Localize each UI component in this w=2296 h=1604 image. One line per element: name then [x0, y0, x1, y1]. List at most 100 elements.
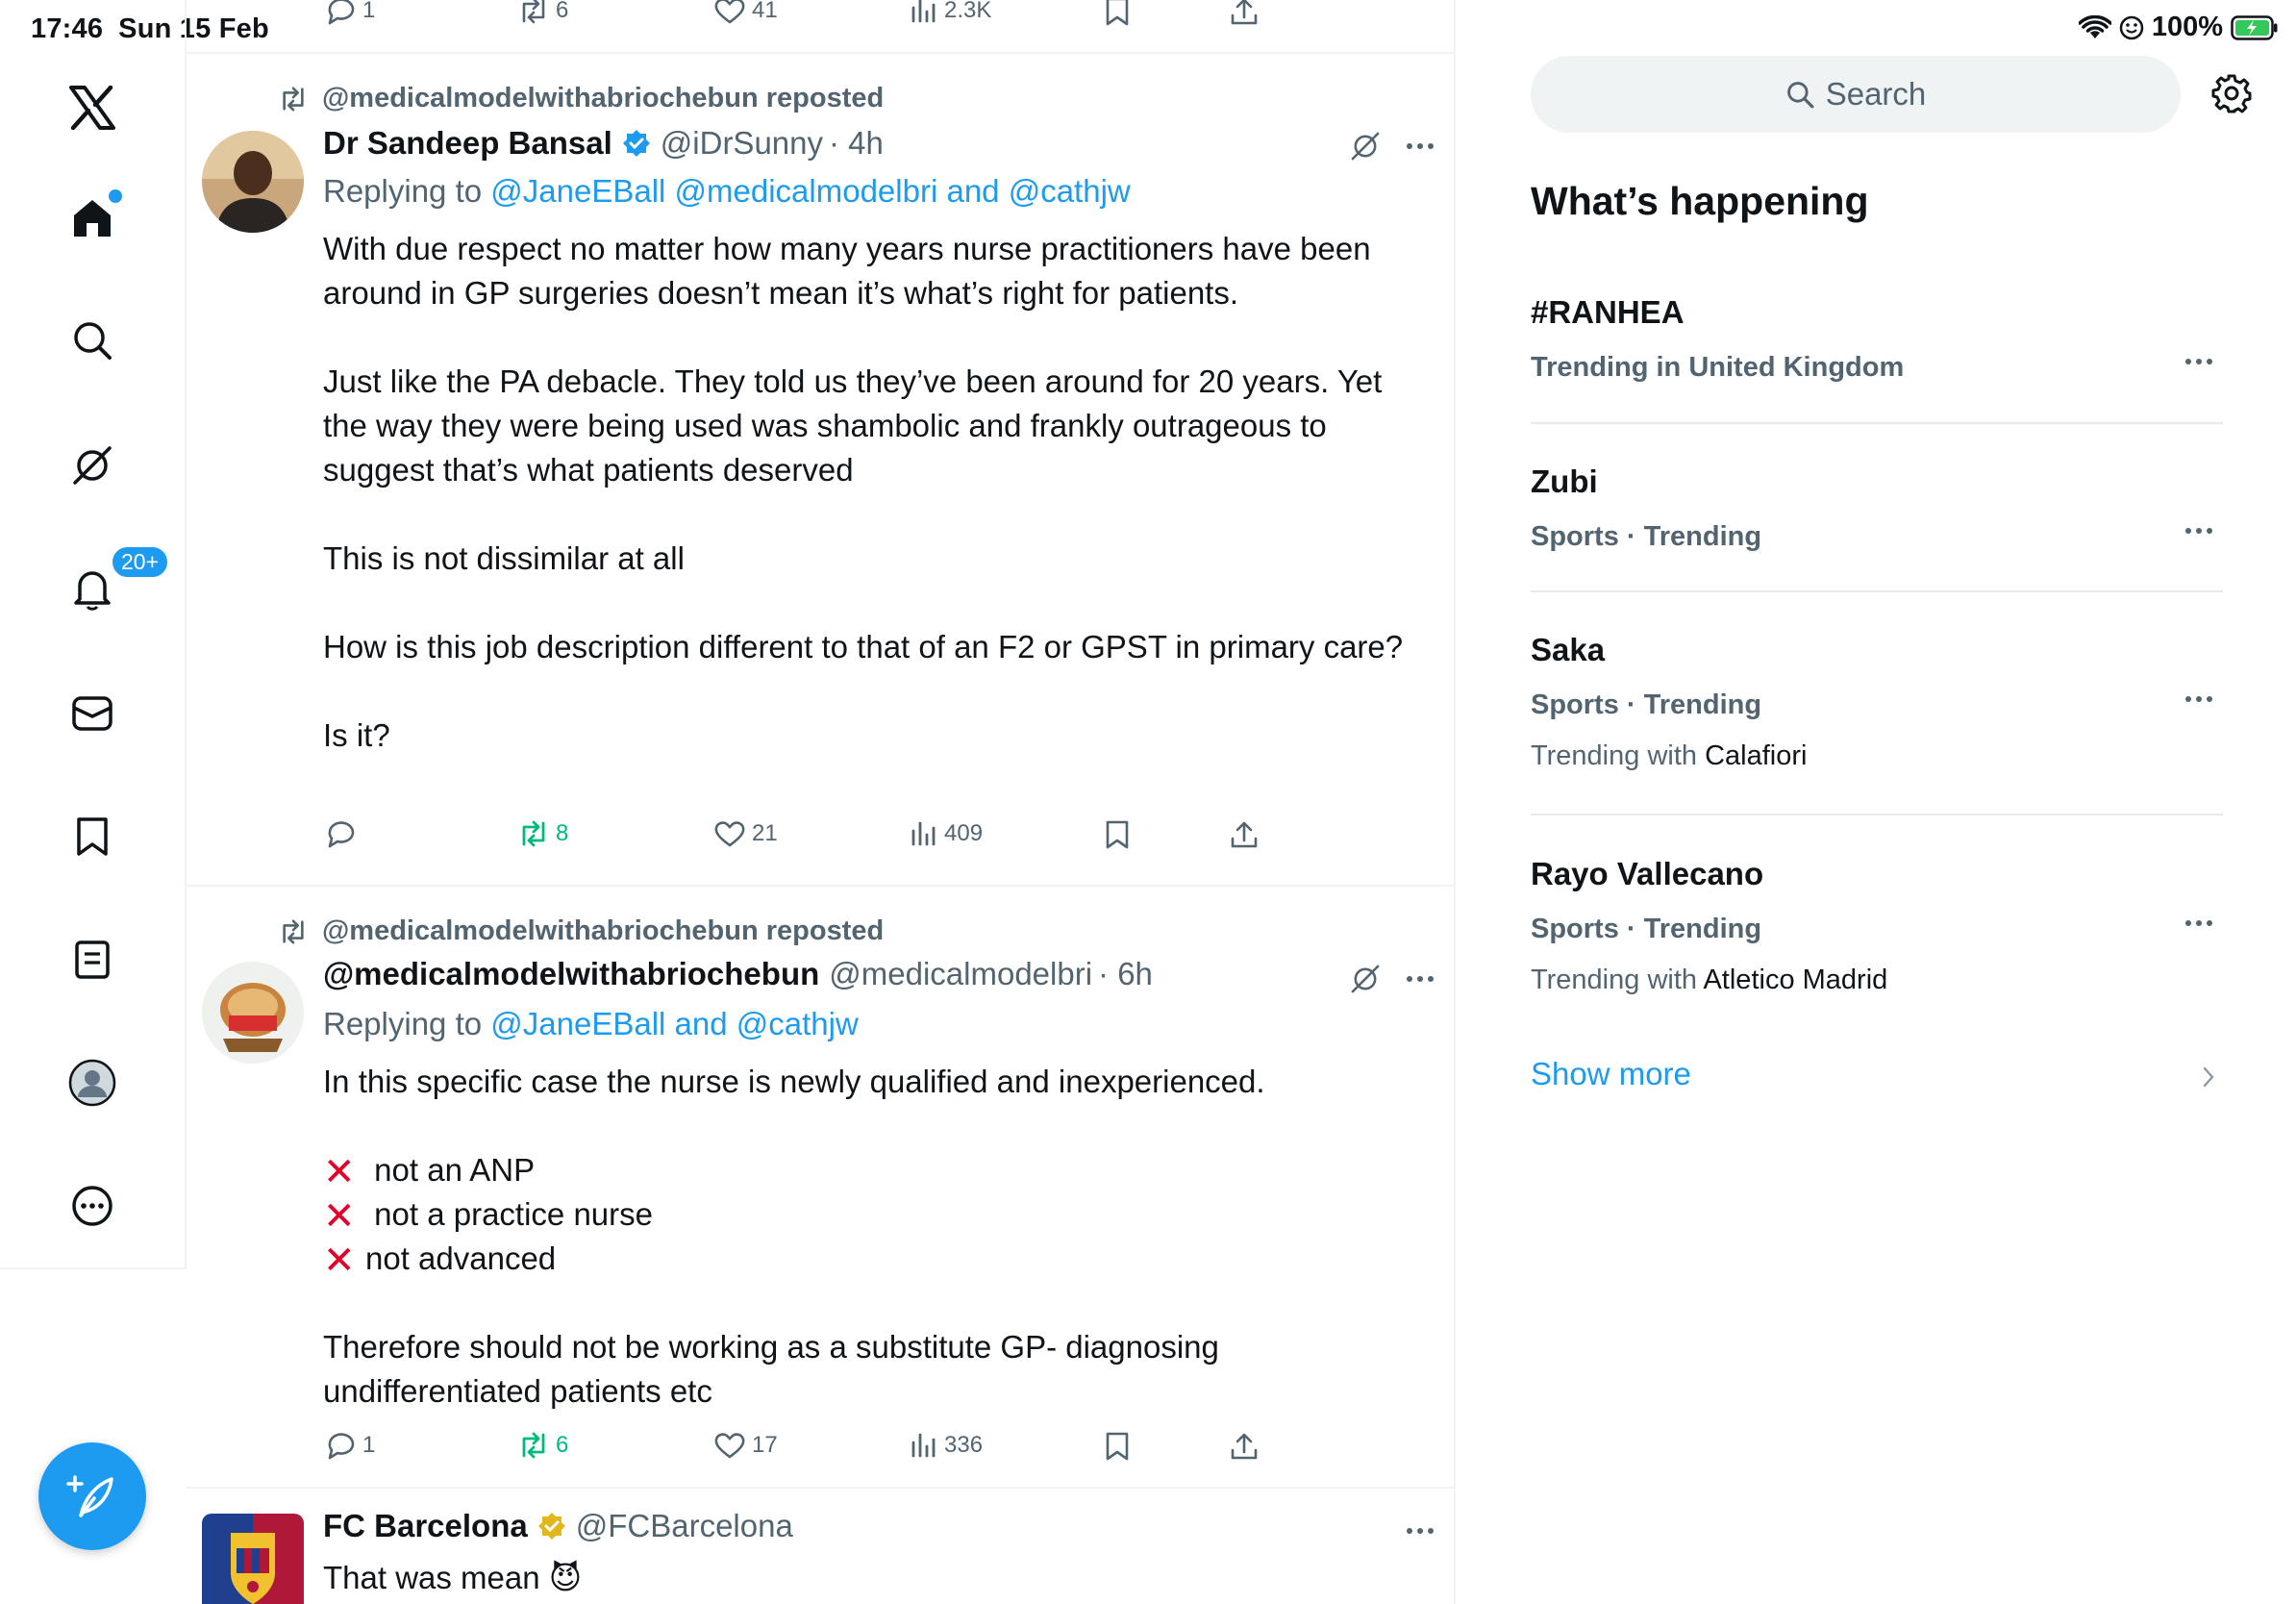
grok-icon[interactable] [1350, 131, 1381, 162]
display-name[interactable]: @medicalmodelwithabriochebun [323, 956, 819, 992]
trend-divider [1531, 422, 2223, 424]
user-handle[interactable]: @medicalmodelbri [829, 956, 1092, 992]
nav-explore[interactable] [59, 307, 126, 374]
replying-to-handles[interactable]: @JaneEBall @medicalmodelbri and @cathjw [490, 173, 1130, 209]
trend-item[interactable]: Saka Sports · Trending Trending with Cal… [1531, 632, 2223, 772]
repost-icon [522, 0, 545, 24]
x-logo-icon[interactable] [59, 74, 126, 141]
replying-to: Replying to @JaneEBall @medicalmodelbri … [323, 173, 1131, 210]
trend-with-topic[interactable]: Atletico Madrid [1703, 965, 1887, 995]
share-button[interactable] [1229, 0, 1260, 27]
user-handle[interactable]: @iDrSunny [661, 125, 823, 162]
replying-prefix: Replying to [323, 173, 491, 209]
search-icon [1786, 82, 1814, 109]
more-dots-icon[interactable] [1406, 975, 1435, 983]
reply-button[interactable]: 1 [324, 0, 375, 25]
bookmark-button[interactable] [1104, 819, 1131, 850]
tweet-paragraph: In this specific case the nurse is newly… [323, 1064, 1265, 1099]
nav-lists[interactable] [59, 926, 126, 993]
show-more-link[interactable]: Show more [1531, 1056, 1691, 1092]
repost-button[interactable]: 8 [517, 819, 568, 848]
nav-notifications[interactable]: 20+ [59, 545, 170, 622]
repost-button[interactable]: 6 [517, 1431, 568, 1460]
tweet-divider [187, 52, 1454, 54]
trend-item[interactable]: Rayo Vallecano Sports · Trending Trendin… [1531, 856, 2223, 996]
nav-messages[interactable] [59, 680, 126, 747]
tweet-header: FC Barcelona @FCBarcelona [323, 1508, 793, 1544]
like-count: 17 [752, 1432, 778, 1458]
like-button[interactable]: 21 [713, 819, 778, 848]
replying-to: Replying to @JaneEBall and @cathjw [323, 1006, 859, 1042]
repost-button[interactable]: 6 [517, 0, 568, 25]
grok-icon[interactable] [1350, 964, 1381, 994]
reply-icon [328, 821, 355, 848]
cross-mark-icon: ✕ [323, 1195, 356, 1238]
search-input[interactable]: Search [1531, 56, 2181, 133]
bookmark-button[interactable] [1104, 1431, 1131, 1462]
feather-plus-icon [66, 1475, 113, 1517]
trend-with-topic[interactable]: Calafiori [1705, 740, 1807, 771]
tweet-time[interactable]: · 4h [829, 125, 884, 162]
home-icon [74, 200, 111, 237]
avatar[interactable] [202, 962, 304, 1064]
avatar[interactable] [202, 131, 304, 233]
trend-context: Sports · Trending [1531, 521, 1762, 552]
nav-grok[interactable] [59, 432, 126, 499]
more-dots-icon[interactable] [2184, 919, 2213, 927]
heart-icon [714, 821, 745, 847]
like-button[interactable]: 17 [713, 1431, 778, 1460]
like-button[interactable]: 41 [713, 0, 778, 25]
views-button[interactable]: 2.3K [910, 0, 991, 25]
views-button[interactable]: 409 [910, 819, 983, 848]
reply-button[interactable]: 1 [324, 1431, 375, 1460]
heart-icon [714, 1433, 745, 1459]
settings-button[interactable] [2211, 73, 2252, 113]
views-button[interactable]: 336 [910, 1431, 983, 1460]
share-button[interactable] [1229, 1431, 1260, 1462]
repost-label-text: @medicalmodelwithabriochebun reposted [322, 83, 885, 113]
nav-bookmarks[interactable] [59, 803, 126, 870]
heart-icon [714, 0, 745, 24]
repost-icon [283, 918, 304, 944]
trend-item[interactable]: Zubi Sports · Trending [1531, 464, 2223, 553]
share-button[interactable] [1229, 819, 1260, 850]
view-count: 2.3K [944, 0, 992, 23]
replying-prefix: Replying to [323, 1006, 491, 1041]
replying-to-handles[interactable]: @JaneEBall and @cathjw [490, 1006, 859, 1041]
tweet-divider [187, 1487, 1454, 1489]
x-list-item: ✕ not advanced [323, 1237, 1419, 1281]
nav-profile[interactable] [59, 1049, 126, 1116]
gear-icon [2211, 74, 2252, 113]
reply-count: 1 [362, 0, 376, 23]
x-list-text: not advanced [365, 1241, 557, 1276]
more-dots-icon[interactable] [1406, 1527, 1435, 1535]
repost-label: @medicalmodelwithabriochebun reposted [278, 915, 884, 947]
bookmark-icon [1106, 0, 1129, 26]
bookmark-button[interactable] [1104, 0, 1131, 27]
nav-more[interactable] [59, 1172, 126, 1240]
trend-topic: Zubi [1531, 464, 1598, 499]
more-dots-icon[interactable] [1406, 142, 1435, 150]
avatar[interactable] [202, 1514, 304, 1604]
notifications-badge: 20+ [111, 545, 170, 579]
more-dots-icon[interactable] [2184, 527, 2213, 535]
tweet-header: @medicalmodelwithabriochebun @medicalmod… [323, 956, 1153, 992]
trend-with: Trending with Calafiori [1531, 740, 2223, 772]
display-name[interactable]: FC Barcelona [323, 1508, 528, 1544]
tweet-time[interactable]: · 6h [1098, 956, 1153, 992]
compose-button[interactable] [38, 1442, 146, 1550]
tweet-paragraph: How is this job description different to… [323, 629, 1404, 664]
user-handle[interactable]: @FCBarcelona [576, 1508, 793, 1544]
display-name[interactable]: Dr Sandeep Bansal [323, 125, 612, 162]
trend-item[interactable]: #RANHEA Trending in United Kingdom [1531, 294, 2223, 384]
tweet-paragraph: With due respect no matter how many year… [323, 231, 1371, 311]
home-unread-dot [107, 188, 124, 205]
focus-smiley-icon [2119, 15, 2144, 39]
nav-home[interactable] [59, 184, 126, 251]
reply-button[interactable] [324, 819, 362, 848]
more-dots-icon[interactable] [2184, 358, 2213, 365]
like-count: 41 [752, 0, 778, 23]
more-dots-icon[interactable] [2184, 695, 2213, 703]
views-chart-icon [911, 1433, 936, 1458]
trend-with: Trending with Atletico Madrid [1531, 965, 2223, 996]
